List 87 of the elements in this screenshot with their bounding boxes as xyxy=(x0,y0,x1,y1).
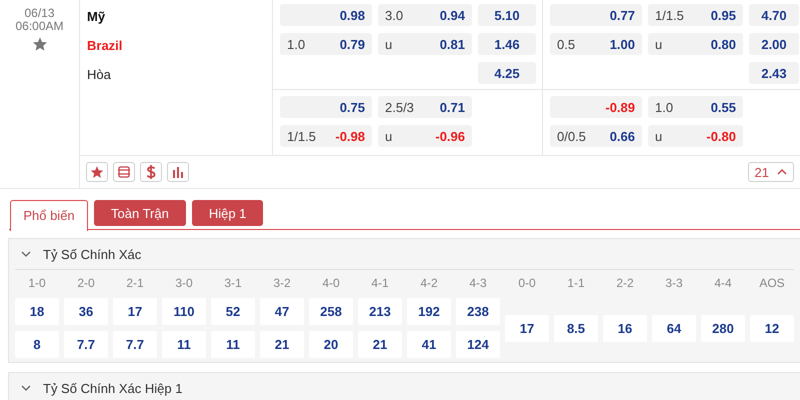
score-label: 4-0 xyxy=(321,275,341,292)
score-label: 1-1 xyxy=(566,275,586,292)
score-label: 4-3 xyxy=(468,275,488,292)
more-markets-button[interactable]: 21 xyxy=(748,162,794,182)
odds-cell[interactable]: -0.89 xyxy=(550,96,642,118)
odds-cell[interactable]: u 0.81 xyxy=(378,33,472,55)
star-icon xyxy=(90,165,104,179)
odds-button[interactable] xyxy=(140,162,162,182)
score-label: 3-2 xyxy=(272,275,292,292)
score-label: 4-1 xyxy=(370,275,390,292)
odds-cell[interactable]: 17 xyxy=(505,314,549,342)
chevron-icon[interactable] xyxy=(21,251,31,257)
score-label: 2-2 xyxy=(615,275,635,292)
odds-cell[interactable]: 2.43 xyxy=(749,62,799,84)
favorite-button[interactable] xyxy=(86,162,108,182)
odds-cell[interactable]: 110 xyxy=(162,298,206,325)
odds-cell[interactable]: 18 xyxy=(15,298,59,325)
odds-cell[interactable]: 7.7 xyxy=(64,331,108,358)
odds-cell[interactable]: 0/0.5 0.66 xyxy=(550,125,642,147)
odds-cell[interactable]: 21 xyxy=(260,331,304,358)
draw-label: Hòa xyxy=(87,67,111,82)
match-date: 06/13 xyxy=(24,7,55,20)
score-label: 3-3 xyxy=(664,275,684,292)
section-title: Tỷ Số Chính Xác xyxy=(43,246,142,262)
section-title: Tỷ Số Chính Xác Hiệp 1 xyxy=(43,380,182,396)
odds-cell[interactable]: 7.7 xyxy=(113,331,157,358)
odds-cell[interactable]: 8 xyxy=(15,331,59,358)
odds-cell[interactable]: 0.77 xyxy=(550,4,642,26)
odds-cell[interactable]: 12 xyxy=(750,314,794,342)
odds-cell[interactable]: 2.5/3 0.71 xyxy=(378,96,472,118)
odds-cell[interactable]: 21 xyxy=(358,331,402,358)
odds-cell[interactable]: 47 xyxy=(260,298,304,325)
score-label: 4-2 xyxy=(419,275,439,292)
odds-cell[interactable]: 11 xyxy=(211,331,255,358)
odds-cell[interactable]: 8.5 xyxy=(554,314,598,342)
odds-cell[interactable]: 41 xyxy=(407,331,451,358)
star-icon[interactable] xyxy=(32,36,48,52)
chevron-icon[interactable] xyxy=(21,385,31,391)
odds-cell[interactable]: 1.0 0.55 xyxy=(648,96,743,118)
tab[interactable]: Toàn Trận xyxy=(94,200,186,226)
score-label: 3-1 xyxy=(223,275,243,292)
odds-cell[interactable]: 16 xyxy=(603,314,647,342)
odds-cell[interactable]: 0.5 1.00 xyxy=(550,33,642,55)
odds-cell[interactable]: 1/1.5 -0.98 xyxy=(280,125,372,147)
tab[interactable]: Hiệp 1 xyxy=(192,200,264,226)
score-label: 1-0 xyxy=(27,275,47,292)
odds-cell[interactable]: 1.0 0.79 xyxy=(280,33,372,55)
odds-cell[interactable]: 20 xyxy=(309,331,353,358)
odds-cell[interactable]: 11 xyxy=(162,331,206,358)
score-label: 4-4 xyxy=(713,275,733,292)
team-name: Brazil xyxy=(87,38,122,53)
odds-cell[interactable]: 1/1.5 0.95 xyxy=(648,4,743,26)
odds-cell[interactable]: 258 xyxy=(309,298,353,325)
odds-cell[interactable]: 1.46 xyxy=(478,33,536,55)
odds-cell[interactable]: 5.10 xyxy=(478,4,536,26)
ticket-icon xyxy=(117,166,131,178)
team-name: Mỹ xyxy=(87,9,106,24)
ticket-button[interactable] xyxy=(113,162,135,182)
odds-cell[interactable]: 0.75 xyxy=(280,96,372,118)
odds-cell[interactable]: 64 xyxy=(652,314,696,342)
odds-cell[interactable]: 4.70 xyxy=(749,4,799,26)
odds-cell[interactable]: 124 xyxy=(456,331,500,358)
odds-cell[interactable]: 0.98 xyxy=(280,4,372,26)
odds-cell[interactable]: u 0.80 xyxy=(648,33,743,55)
bar-chart-icon xyxy=(172,166,184,178)
odds-cell[interactable]: u -0.80 xyxy=(648,125,743,147)
match-time: 06:00AM xyxy=(15,20,64,33)
odds-cell[interactable]: 17 xyxy=(113,298,157,325)
odds-cell[interactable]: 36 xyxy=(64,298,108,325)
odds-cell[interactable]: 192 xyxy=(407,298,451,325)
caret-icon xyxy=(777,169,787,175)
odds-cell[interactable]: u -0.96 xyxy=(378,125,472,147)
stats-button[interactable] xyxy=(167,162,189,182)
odds-cell[interactable]: 213 xyxy=(358,298,402,325)
score-label: 2-0 xyxy=(76,275,96,292)
score-label: AOS xyxy=(758,275,786,292)
score-label: 3-0 xyxy=(174,275,194,292)
tab[interactable]: Phổ biến xyxy=(10,200,88,230)
score-label: 2-1 xyxy=(125,275,145,292)
score-label: 0-0 xyxy=(517,275,537,292)
odds-cell[interactable]: 52 xyxy=(211,298,255,325)
odds-cell[interactable]: 280 xyxy=(701,314,745,342)
odds-cell[interactable]: 238 xyxy=(456,298,500,325)
odds-cell[interactable]: 2.00 xyxy=(749,33,799,55)
dollar-icon xyxy=(146,165,156,179)
odds-cell[interactable]: 3.0 0.94 xyxy=(378,4,472,26)
odds-cell[interactable]: 4.25 xyxy=(478,62,536,84)
